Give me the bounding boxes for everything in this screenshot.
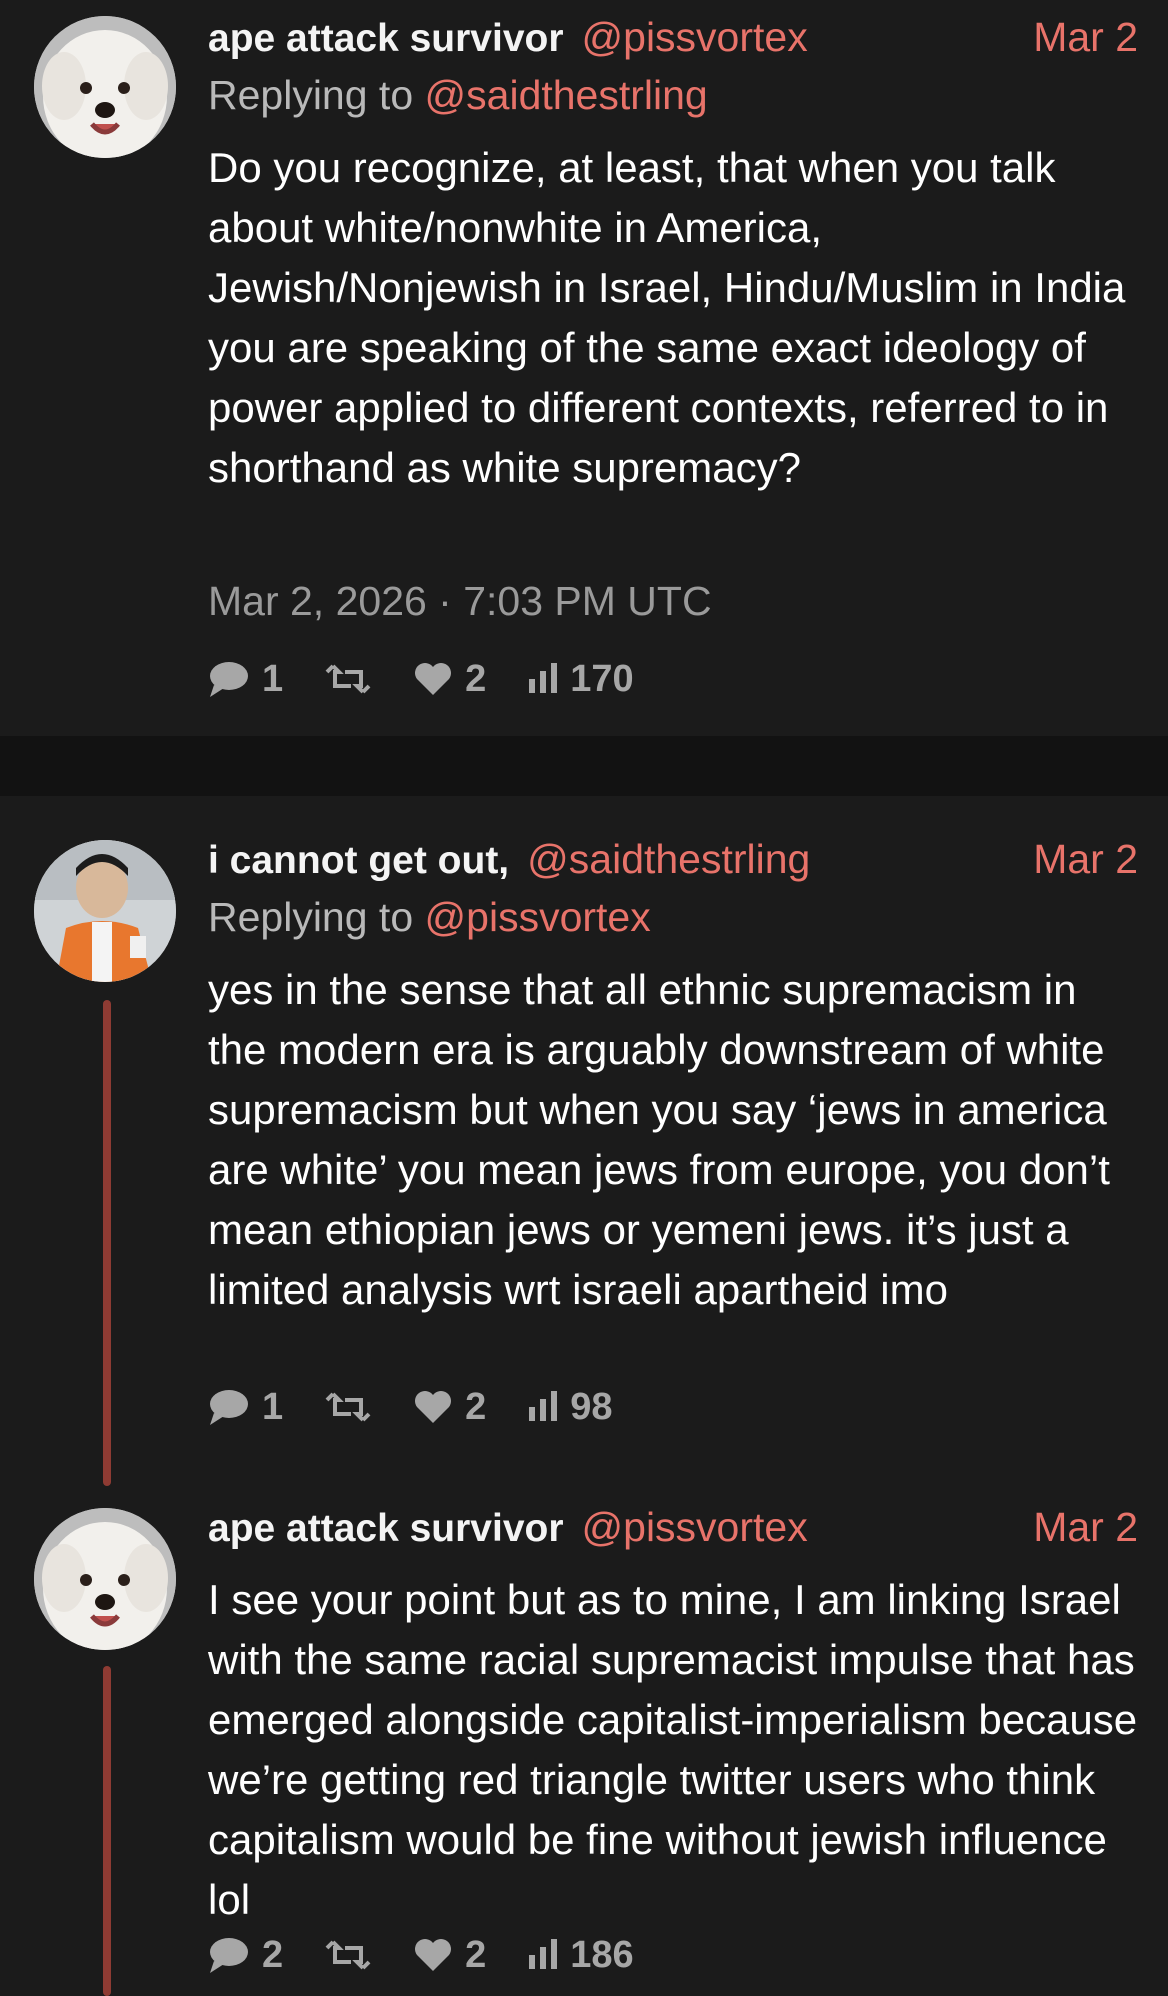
retweet-icon xyxy=(325,1392,371,1422)
retweet-button[interactable] xyxy=(325,662,371,696)
reply-button[interactable]: 2 xyxy=(208,1934,283,1977)
view-count: 170 xyxy=(570,657,634,700)
heart-icon xyxy=(415,1939,452,1971)
comment-icon xyxy=(210,662,248,697)
views-icon xyxy=(529,1939,558,1969)
comment-icon xyxy=(210,1938,248,1973)
thread-line xyxy=(103,1666,111,1996)
tweet-text: Do you recognize, at least, that when yo… xyxy=(208,144,1126,491)
user-handle[interactable]: @saidthestrling xyxy=(527,836,810,882)
tweet-stats: 2 2 186 xyxy=(208,1930,676,1980)
white-dog-avatar-icon xyxy=(34,16,176,158)
tweet-date[interactable]: Mar 2 xyxy=(1033,1504,1138,1551)
display-name[interactable]: ape attack survivor xyxy=(208,17,564,60)
retweet-icon xyxy=(325,664,371,694)
reply-button[interactable]: 1 xyxy=(208,1386,283,1429)
views-icon xyxy=(529,1391,558,1421)
user-handle[interactable]: @pissvortex xyxy=(582,1504,808,1550)
heart-icon xyxy=(415,1391,452,1423)
avatar[interactable] xyxy=(34,16,176,158)
retweet-button[interactable] xyxy=(325,1390,371,1424)
separator xyxy=(0,736,1168,796)
comment-icon xyxy=(210,1390,248,1425)
reply-count: 2 xyxy=(262,1933,284,1976)
views-stat: 170 xyxy=(528,657,634,701)
tweet-stats: 1 2 170 xyxy=(208,654,676,704)
tweet-header: i cannot get out, @saidthestrling Mar 2 xyxy=(208,836,1138,896)
man-orange-vest-avatar-icon xyxy=(34,840,176,982)
views-stat: 98 xyxy=(528,1385,613,1429)
display-name[interactable]: ape attack survivor xyxy=(208,1507,564,1550)
replying-to-label: Replying to xyxy=(208,72,414,118)
avatar[interactable] xyxy=(34,1508,176,1650)
tweet-timestamp[interactable]: Mar 2, 2026 · 7:03 PM UTC xyxy=(208,578,712,625)
replying-to: Replying to @saidthestrling xyxy=(208,72,708,119)
user-handle[interactable]: @pissvortex xyxy=(582,14,808,60)
like-count: 2 xyxy=(465,1385,487,1428)
view-count: 98 xyxy=(570,1385,613,1428)
reply-count: 1 xyxy=(262,657,284,700)
reply-handle[interactable]: @saidthestrling xyxy=(425,72,708,118)
reply-button[interactable]: 1 xyxy=(208,658,283,701)
like-button[interactable]: 2 xyxy=(413,658,486,701)
tweet-header: ape attack survivor @pissvortex Mar 2 xyxy=(208,14,1138,74)
like-button[interactable]: 2 xyxy=(413,1386,486,1429)
heart-icon xyxy=(415,663,452,695)
tweet-date[interactable]: Mar 2 xyxy=(1033,14,1138,61)
retweet-icon xyxy=(325,1940,371,1970)
thread-line xyxy=(103,1000,111,1486)
reply-handle[interactable]: @pissvortex xyxy=(425,894,651,940)
like-count: 2 xyxy=(465,657,487,700)
tweet-stats: 1 2 98 xyxy=(208,1382,655,1432)
like-button[interactable]: 2 xyxy=(413,1934,486,1977)
tweet-date[interactable]: Mar 2 xyxy=(1033,836,1138,883)
retweet-button[interactable] xyxy=(325,1938,371,1972)
white-dog-avatar-icon xyxy=(34,1508,176,1650)
views-stat: 186 xyxy=(528,1933,634,1977)
like-count: 2 xyxy=(465,1933,487,1976)
tweet-text: I see your point but as to mine, I am li… xyxy=(208,1576,1138,1923)
replying-to: Replying to @pissvortex xyxy=(208,894,651,941)
replying-to-label: Replying to xyxy=(208,894,414,940)
tweet-text: yes in the sense that all ethnic suprema… xyxy=(208,966,1110,1313)
display-name[interactable]: i cannot get out, xyxy=(208,839,509,882)
views-icon xyxy=(529,663,558,693)
tweet-header: ape attack survivor @pissvortex Mar 2 xyxy=(208,1504,1138,1564)
view-count: 186 xyxy=(570,1933,634,1976)
reply-count: 1 xyxy=(262,1385,284,1428)
avatar[interactable] xyxy=(34,840,176,982)
